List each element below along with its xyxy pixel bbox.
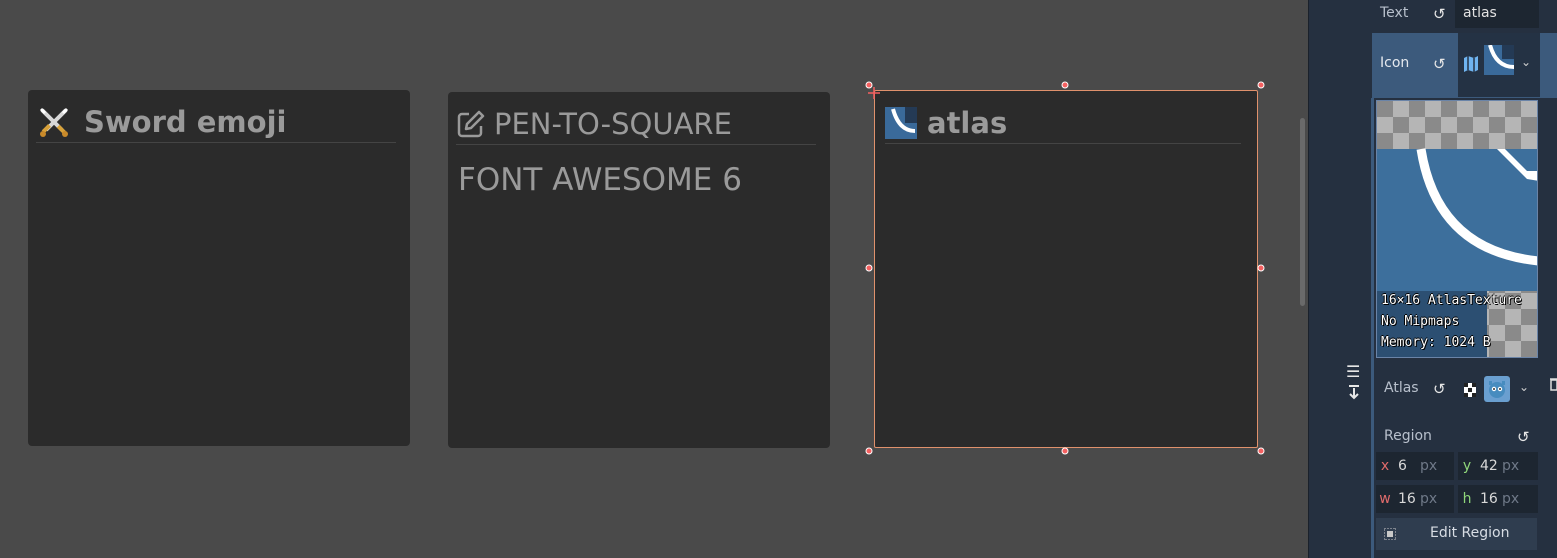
trash-icon[interactable] xyxy=(1550,376,1557,395)
resize-handle-bottom[interactable] xyxy=(1061,447,1069,455)
panel-title: atlas xyxy=(885,103,1241,144)
text-property-label: Text xyxy=(1380,5,1409,21)
texture-info: 16×16 AtlasTexture No Mipmaps Memory: 1024… xyxy=(1381,290,1522,353)
pen-to-square-panel[interactable]: PEN-TO-SQUARE FONT AWESOME 6 xyxy=(448,92,830,448)
region-y-field[interactable]: y 42 px xyxy=(1458,452,1538,480)
arrow-down-to-line-icon[interactable] xyxy=(1348,384,1360,404)
panel-title: PEN-TO-SQUARE xyxy=(456,104,816,145)
atlas-resource-picker[interactable]: ⌄ xyxy=(1458,372,1538,406)
property-nesting-strip xyxy=(1371,98,1374,558)
grid-region-icon xyxy=(1383,527,1397,544)
resize-handle-right[interactable] xyxy=(1257,264,1265,272)
atlas-property-label: Atlas xyxy=(1384,380,1419,396)
map-icon xyxy=(1463,55,1479,77)
region-h-field[interactable]: h 16 px xyxy=(1458,485,1538,513)
text-field-value: atlas xyxy=(1463,5,1497,21)
y-axis-label: y xyxy=(1462,458,1472,474)
atlas-texture-icon xyxy=(885,107,917,139)
pivot-crosshair-icon[interactable] xyxy=(868,84,880,99)
region-h-value: 16 xyxy=(1480,491,1498,507)
region-property-label: Region xyxy=(1384,428,1432,444)
panel-title-text: Sword emoji xyxy=(84,105,287,139)
panel-title: Sword emoji xyxy=(36,102,396,143)
canvas-viewport[interactable]: Sword emoji PEN-TO-SQUARE FONT AWESOME 6 xyxy=(0,0,1300,558)
x-axis-label: x xyxy=(1380,458,1390,474)
resize-handle-bottom-left[interactable] xyxy=(865,447,873,455)
region-w-unit: px xyxy=(1420,491,1438,507)
resize-handle-top-right[interactable] xyxy=(1257,81,1265,89)
texture-size-info: 16×16 AtlasTexture xyxy=(1381,293,1522,308)
viewport-vertical-scrollbar[interactable] xyxy=(1300,118,1305,306)
revert-icon[interactable]: ↺ xyxy=(1433,380,1446,398)
revert-icon[interactable]: ↺ xyxy=(1517,428,1530,446)
sword-emoji-panel[interactable]: Sword emoji xyxy=(28,90,410,446)
region-w-value: 16 xyxy=(1398,491,1416,507)
edit-region-label: Edit Region xyxy=(1430,525,1510,541)
region-x-value: 6 xyxy=(1398,458,1407,474)
resize-handle-bottom-right[interactable] xyxy=(1257,447,1265,455)
region-x-unit: px xyxy=(1420,458,1438,474)
atlas-thumbnail-icon xyxy=(1484,44,1515,79)
resize-handle-left[interactable] xyxy=(865,264,873,272)
region-x-field[interactable]: x 6 px xyxy=(1376,452,1454,480)
chevron-down-icon[interactable]: ⌄ xyxy=(1521,55,1531,69)
region-h-unit: px xyxy=(1502,491,1520,507)
panel-title-text: atlas xyxy=(927,106,1008,140)
texture-preview: 16×16 AtlasTexture No Mipmaps Memory: 1024… xyxy=(1376,100,1538,358)
crossed-swords-icon xyxy=(36,104,72,140)
icon-property-label: Icon xyxy=(1380,55,1410,71)
revert-icon[interactable]: ↺ xyxy=(1433,5,1446,23)
checker-texture-icon xyxy=(1464,382,1476,401)
texture-mipmaps-info: No Mipmaps xyxy=(1381,314,1460,329)
texture-memory-info: Memory: 1024 B xyxy=(1381,335,1491,350)
panel-subtitle: FONT AWESOME 6 xyxy=(458,162,742,198)
godot-logo-icon xyxy=(1484,376,1510,402)
menu-lines-icon[interactable]: ☰ xyxy=(1346,362,1360,381)
region-w-field[interactable]: w 16 px xyxy=(1376,485,1454,513)
text-field[interactable]: atlas xyxy=(1455,0,1539,28)
pen-to-square-icon xyxy=(456,109,486,139)
panel-title-text: PEN-TO-SQUARE xyxy=(494,107,732,141)
region-y-unit: px xyxy=(1502,458,1520,474)
icon-resource-picker[interactable]: ⌄ xyxy=(1458,33,1540,97)
w-axis-label: w xyxy=(1379,491,1391,507)
atlas-panel-selected[interactable]: atlas xyxy=(874,90,1258,448)
revert-icon[interactable]: ↺ xyxy=(1433,55,1446,73)
edit-region-button[interactable]: Edit Region xyxy=(1376,518,1537,550)
resize-handle-top[interactable] xyxy=(1061,81,1069,89)
h-axis-label: h xyxy=(1462,491,1472,507)
region-y-value: 42 xyxy=(1480,458,1498,474)
chevron-down-icon[interactable]: ⌄ xyxy=(1519,380,1529,394)
